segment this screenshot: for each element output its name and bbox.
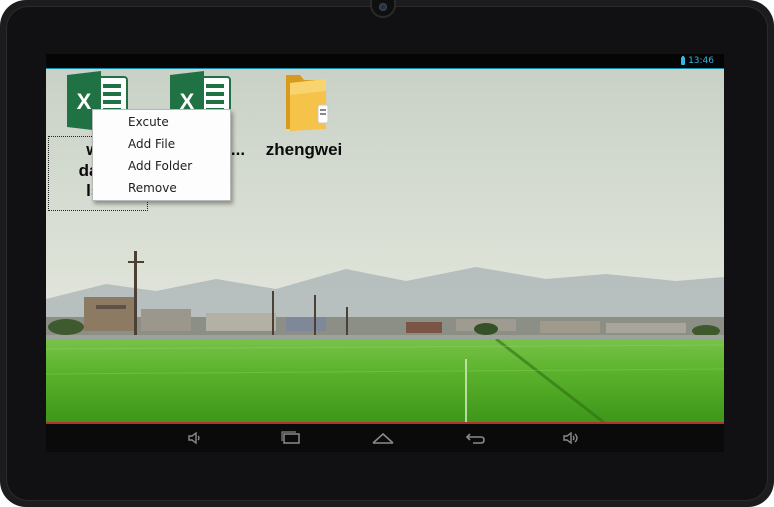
volume-down-icon[interactable] [183,428,207,448]
context-menu: Excute Add File Add Folder Remove [92,109,231,201]
screen: 13:46 X X ... zhengwei Excute Add File A… [46,54,724,452]
status-time: 13:46 [688,56,714,66]
navigation-bar [46,424,724,452]
desktop-icon-folder[interactable]: zhengwei [254,71,354,161]
folder-icon [286,75,329,131]
status-bar: 13:46 [46,54,724,69]
camera-icon [372,0,394,16]
menu-item-add-folder[interactable]: Add Folder [93,155,230,177]
volume-up-icon[interactable] [559,428,583,448]
battery-icon [681,56,686,65]
menu-item-add-file[interactable]: Add File [93,133,230,155]
back-icon[interactable] [463,428,487,448]
svg-text:X: X [77,89,92,114]
menu-item-remove[interactable]: Remove [93,177,230,199]
menu-item-excute[interactable]: Excute [93,111,230,133]
field-rows [46,339,724,424]
tablet-frame: 13:46 X X ... zhengwei Excute Add File A… [0,0,774,507]
status-right: 13:46 [681,55,714,67]
home-icon[interactable] [371,428,395,448]
recent-apps-icon[interactable] [279,428,303,448]
desktop-icon-label: zhengwei [265,140,343,159]
